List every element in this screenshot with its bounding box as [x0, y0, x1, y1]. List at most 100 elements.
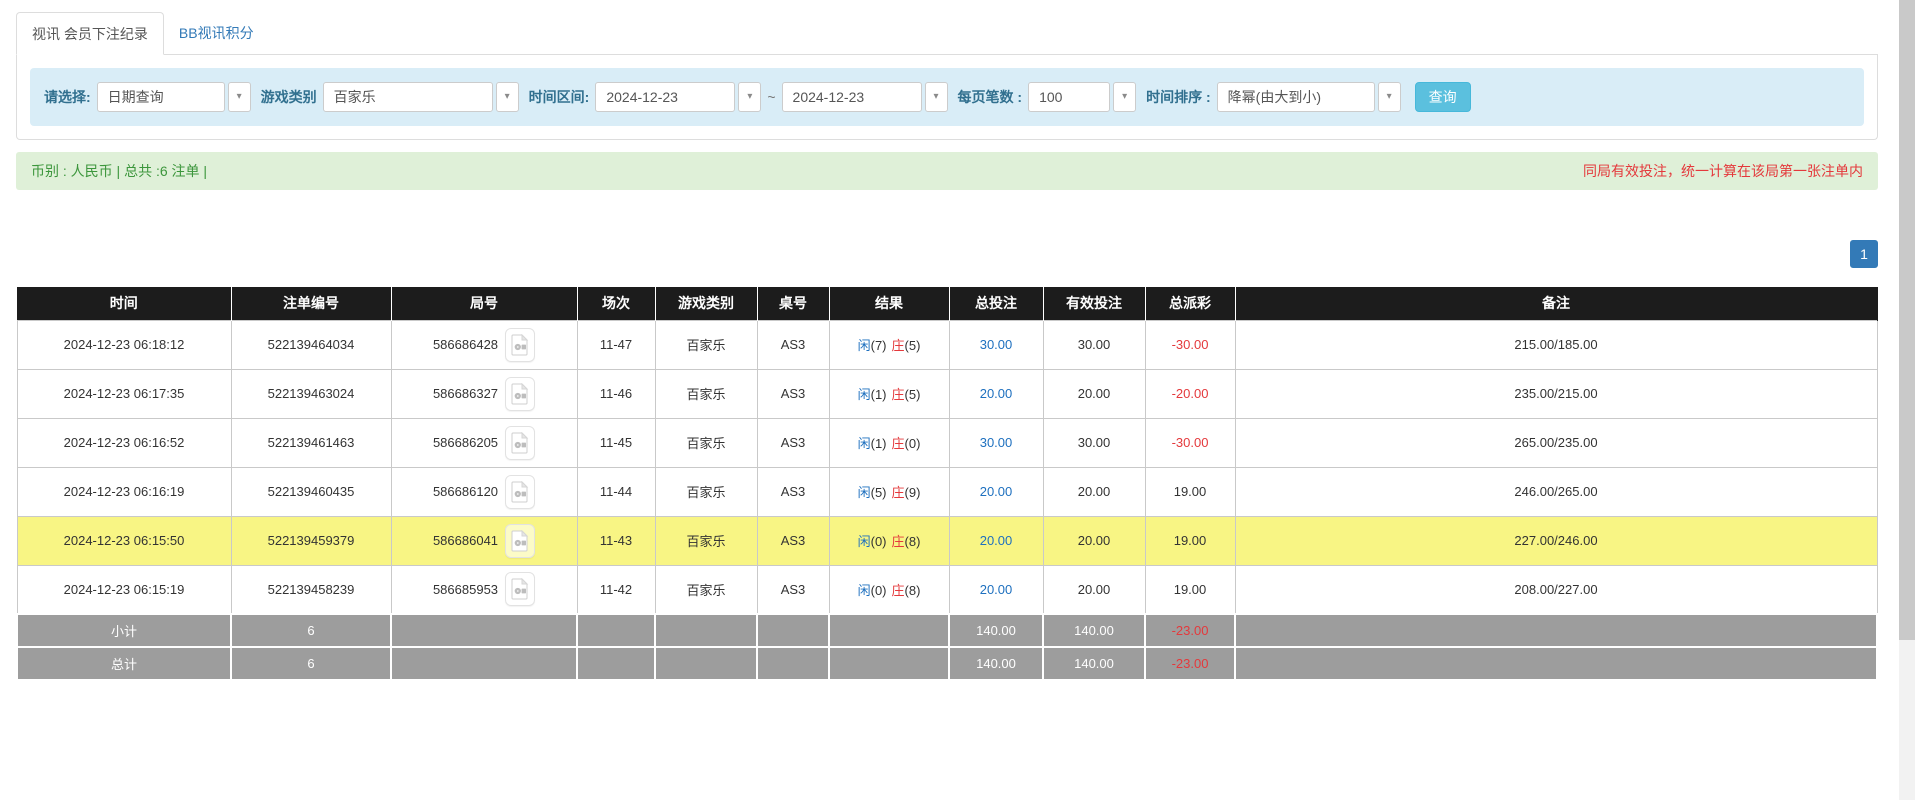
chevron-down-icon[interactable]: ▾: [1378, 82, 1401, 112]
game-type-value[interactable]: 百家乐: [323, 82, 493, 112]
video-replay-icon[interactable]: [505, 426, 535, 460]
result-banker-score: (5): [905, 338, 921, 353]
table-row-highlighted: 2024-12-23 06:15:50522139459379586686041…: [17, 516, 1877, 565]
cell-total-bet[interactable]: 20.00: [949, 565, 1043, 614]
cell-remark: 215.00/185.00: [1235, 320, 1877, 369]
total-row-empty-cell: [391, 647, 577, 680]
total-row-payout: -23.00: [1145, 647, 1235, 680]
col-round-no: 局号: [391, 287, 577, 320]
total-row-label: 总计: [17, 647, 231, 680]
cell-total-bet[interactable]: 20.00: [949, 369, 1043, 418]
query-type-value[interactable]: 日期查询: [97, 82, 225, 112]
video-replay-glyph: [511, 578, 529, 600]
summary-bar: 币别 : 人民币 | 总共 :6 注单 | 同局有效投注，统一计算在该局第一张注…: [16, 152, 1878, 190]
cell-round-no: 586686120: [391, 467, 577, 516]
cell-session: 11-42: [577, 565, 655, 614]
cell-valid-bet: 20.00: [1043, 516, 1145, 565]
cell-valid-bet: 30.00: [1043, 418, 1145, 467]
result-player-score: (0): [871, 583, 887, 598]
table-row: 2024-12-23 06:16:19522139460435586686120…: [17, 467, 1877, 516]
time-sort-label: 时间排序 :: [1146, 87, 1211, 107]
round-no-value: 586686120: [433, 484, 498, 499]
video-replay-glyph: [511, 383, 529, 405]
table-row: 2024-12-23 06:16:52522139461463586686205…: [17, 418, 1877, 467]
table-header-row: 时间注单编号局号场次游戏类别桌号结果总投注有效投注总派彩备注: [17, 287, 1877, 320]
date-from-picker[interactable]: 2024-12-23 ▾: [595, 82, 761, 112]
cell-remark: 265.00/235.00: [1235, 418, 1877, 467]
result-banker: 庄: [892, 534, 905, 549]
video-replay-icon[interactable]: [505, 328, 535, 362]
cell-round-no: 586686205: [391, 418, 577, 467]
video-replay-icon[interactable]: [505, 572, 535, 606]
cell-payout: -20.00: [1145, 369, 1235, 418]
cell-session: 11-47: [577, 320, 655, 369]
cell-table-no: AS3: [757, 516, 829, 565]
subtotal-row-total-bet: 140.00: [949, 614, 1043, 647]
cell-total-bet[interactable]: 30.00: [949, 320, 1043, 369]
date-from-value[interactable]: 2024-12-23: [595, 82, 735, 112]
cell-table-no: AS3: [757, 320, 829, 369]
chevron-down-icon[interactable]: ▾: [738, 82, 761, 112]
round-no-value: 586686327: [433, 386, 498, 401]
cell-bet-id: 522139463024: [231, 369, 391, 418]
result-banker: 庄: [892, 485, 905, 500]
filter-panel: 请选择: 日期查询 ▾ 游戏类别 百家乐 ▾ 时间区间: 2024-12-23 …: [16, 55, 1878, 140]
chevron-down-icon[interactable]: ▾: [925, 82, 948, 112]
col-table-no: 桌号: [757, 287, 829, 320]
date-to-picker[interactable]: 2024-12-23 ▾: [782, 82, 948, 112]
total-row-empty-cell: [577, 647, 655, 680]
cell-game-type: 百家乐: [655, 418, 757, 467]
cell-time: 2024-12-23 06:15:19: [17, 565, 231, 614]
subtotal-row: 小计6140.00140.00-23.00: [17, 614, 1877, 647]
cell-total-bet[interactable]: 30.00: [949, 418, 1043, 467]
scrollbar-thumb[interactable]: [1899, 0, 1915, 640]
time-range-label: 时间区间:: [529, 87, 590, 107]
cell-result: 闲(1)庄(0): [829, 418, 949, 467]
cell-remark: 208.00/227.00: [1235, 565, 1877, 614]
query-type-select[interactable]: 日期查询 ▾: [97, 82, 251, 112]
total-row-empty-cell: [829, 647, 949, 680]
cell-total-bet[interactable]: 20.00: [949, 516, 1043, 565]
subtotal-row-empty-cell: [391, 614, 577, 647]
video-replay-icon[interactable]: [505, 475, 535, 509]
chevron-down-icon[interactable]: ▾: [496, 82, 519, 112]
result-banker: 庄: [892, 436, 905, 451]
col-game-type: 游戏类别: [655, 287, 757, 320]
cell-result: 闲(5)庄(9): [829, 467, 949, 516]
cell-payout: -30.00: [1145, 418, 1235, 467]
col-total-bet: 总投注: [949, 287, 1043, 320]
scrollbar-track[interactable]: [1899, 0, 1915, 800]
cell-result: 闲(7)庄(5): [829, 320, 949, 369]
subtotal-row-empty-cell: [1235, 614, 1877, 647]
tab-bb-points[interactable]: BB视讯积分: [164, 11, 269, 54]
cell-game-type: 百家乐: [655, 467, 757, 516]
result-banker-score: (8): [905, 534, 921, 549]
video-replay-icon[interactable]: [505, 524, 535, 558]
result-banker: 庄: [892, 583, 905, 598]
cell-payout: 19.00: [1145, 467, 1235, 516]
cell-round-no: 586686041: [391, 516, 577, 565]
pagination-page-1[interactable]: 1: [1850, 240, 1878, 268]
cell-round-no: 586686428: [391, 320, 577, 369]
cell-valid-bet: 20.00: [1043, 565, 1145, 614]
time-sort-value[interactable]: 降幂(由大到小): [1217, 82, 1375, 112]
search-button[interactable]: 查询: [1415, 82, 1471, 112]
subtotal-row-empty-cell: [757, 614, 829, 647]
result-player: 闲: [858, 583, 871, 598]
filter-bar: 请选择: 日期查询 ▾ 游戏类别 百家乐 ▾ 时间区间: 2024-12-23 …: [30, 68, 1864, 126]
video-replay-icon[interactable]: [505, 377, 535, 411]
chevron-down-icon[interactable]: ▾: [1113, 82, 1136, 112]
page-size-value[interactable]: 100: [1028, 82, 1110, 112]
chevron-down-icon[interactable]: ▾: [228, 82, 251, 112]
cell-time: 2024-12-23 06:16:19: [17, 467, 231, 516]
result-banker-score: (0): [905, 436, 921, 451]
time-sort-select[interactable]: 降幂(由大到小) ▾: [1217, 82, 1401, 112]
cell-total-bet[interactable]: 20.00: [949, 467, 1043, 516]
page-size-select[interactable]: 100 ▾: [1028, 82, 1136, 112]
video-replay-glyph: [511, 530, 529, 552]
result-player-score: (1): [871, 436, 887, 451]
tab-bar: 视讯 会员下注纪录 BB视讯积分: [16, 12, 1878, 55]
game-type-select[interactable]: 百家乐 ▾: [323, 82, 519, 112]
date-to-value[interactable]: 2024-12-23: [782, 82, 922, 112]
tab-betting-records[interactable]: 视讯 会员下注纪录: [16, 12, 164, 55]
